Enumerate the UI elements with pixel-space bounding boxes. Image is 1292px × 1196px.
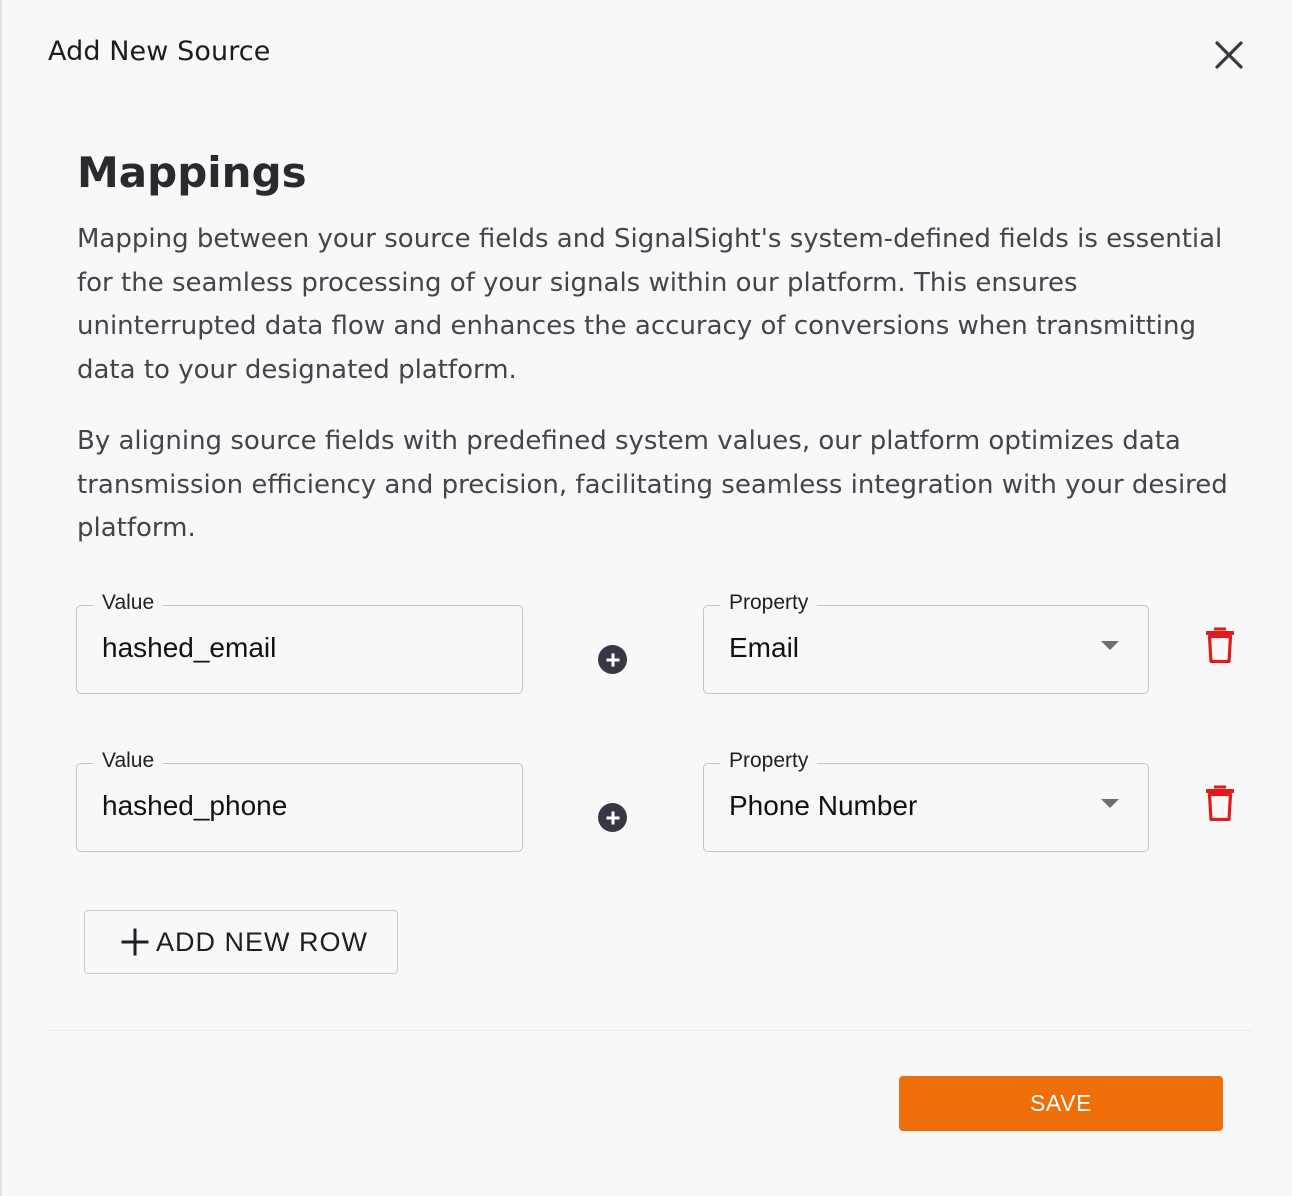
value-field-input[interactable]: hashed_phone: [102, 788, 287, 824]
property-field-label: Property: [720, 748, 818, 774]
add-new-source-dialog: Add New Source Mappings Mapping between …: [0, 0, 1292, 1196]
value-field-input[interactable]: hashed_email: [102, 630, 276, 666]
footer-divider: [48, 1030, 1252, 1031]
plus-icon: [121, 929, 148, 956]
description-paragraph-1: Mapping between your source fields and S…: [77, 224, 1223, 385]
caret-down-icon[interactable]: [1101, 641, 1119, 650]
section-heading: Mappings: [77, 148, 307, 197]
close-button[interactable]: [1208, 34, 1250, 76]
property-field-label: Property: [720, 590, 818, 616]
caret-down-icon[interactable]: [1101, 799, 1119, 808]
value-field-1[interactable]: Value hashed_email: [76, 590, 523, 694]
description-paragraph-2: By aligning source fields with predefine…: [77, 426, 1228, 543]
save-button-label: SAVE: [1029, 1090, 1093, 1116]
add-mapping-plus-icon[interactable]: [598, 645, 627, 674]
value-field-label: Value: [93, 590, 164, 616]
trash-icon[interactable]: [1205, 785, 1235, 821]
value-field-label: Value: [93, 748, 164, 774]
property-select-1[interactable]: Property Email: [703, 590, 1149, 694]
dialog-title: Add New Source: [48, 36, 271, 67]
add-new-row-label: ADD NEW ROW: [156, 926, 368, 957]
close-icon: [1215, 41, 1243, 69]
value-field-2[interactable]: Value hashed_phone: [76, 748, 523, 852]
property-selected-value: Email: [729, 632, 800, 663]
save-button[interactable]: SAVE: [899, 1076, 1223, 1131]
add-new-row-button[interactable]: ADD NEW ROW: [84, 910, 398, 974]
add-mapping-plus-icon[interactable]: [598, 803, 627, 832]
trash-icon[interactable]: [1205, 627, 1235, 663]
property-selected-value: Phone Number: [729, 790, 918, 821]
property-select-2[interactable]: Property Phone Number: [703, 748, 1149, 852]
